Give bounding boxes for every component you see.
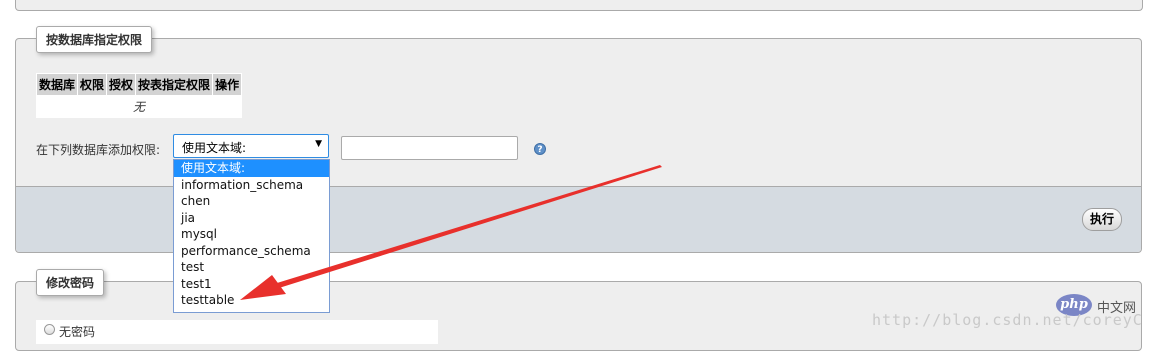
column-header-grant: 授权	[107, 74, 136, 95]
dropdown-option[interactable]: testtable	[174, 292, 329, 309]
column-header-database: 数据库	[37, 74, 78, 95]
database-select-value: 使用文本域:	[182, 141, 247, 155]
no-password-label: 无密码	[59, 325, 96, 339]
dropdown-option[interactable]: information_schema	[174, 177, 329, 194]
dropdown-option[interactable]: performance_schema	[174, 243, 329, 260]
no-password-row: 无密码	[36, 320, 438, 344]
privileges-table: 数据库 权限 授权 按表指定权限 操作 无	[36, 73, 243, 118]
dropdown-option[interactable]: mysql	[174, 226, 329, 243]
table-header-row: 数据库 权限 授权 按表指定权限 操作	[37, 74, 242, 95]
empty-row-text: 无	[37, 96, 242, 117]
database-select[interactable]: 使用文本域: ▼	[173, 134, 329, 158]
execute-button[interactable]: 执行	[1081, 208, 1122, 231]
dropdown-option[interactable]: 使用文本域:	[174, 160, 329, 177]
db-privileges-legend: 按数据库指定权限	[36, 26, 153, 53]
table-row: 无	[37, 96, 242, 117]
help-icon[interactable]: ?	[534, 143, 546, 155]
change-password-legend: 修改密码	[36, 269, 105, 296]
no-password-radio[interactable]	[44, 324, 55, 335]
previous-fieldset-bottom	[15, 0, 1143, 11]
column-header-action: 操作	[213, 74, 242, 95]
dropdown-option[interactable]: test	[174, 259, 329, 276]
add-privilege-label: 在下列数据库添加权限:	[36, 143, 161, 157]
watermark-url: http://blog.csdn.net/coreyC	[872, 311, 1143, 329]
column-header-table-privileges: 按表指定权限	[136, 74, 213, 95]
dropdown-option[interactable]: test1	[174, 276, 329, 293]
column-header-privileges: 权限	[78, 74, 107, 95]
database-dropdown-list[interactable]: 使用文本域: information_schema chen jia mysql…	[173, 159, 330, 313]
chevron-down-icon: ▼	[315, 139, 322, 149]
dropdown-option[interactable]: jia	[174, 210, 329, 227]
database-name-input[interactable]	[341, 136, 518, 160]
dropdown-option[interactable]: chen	[174, 193, 329, 210]
